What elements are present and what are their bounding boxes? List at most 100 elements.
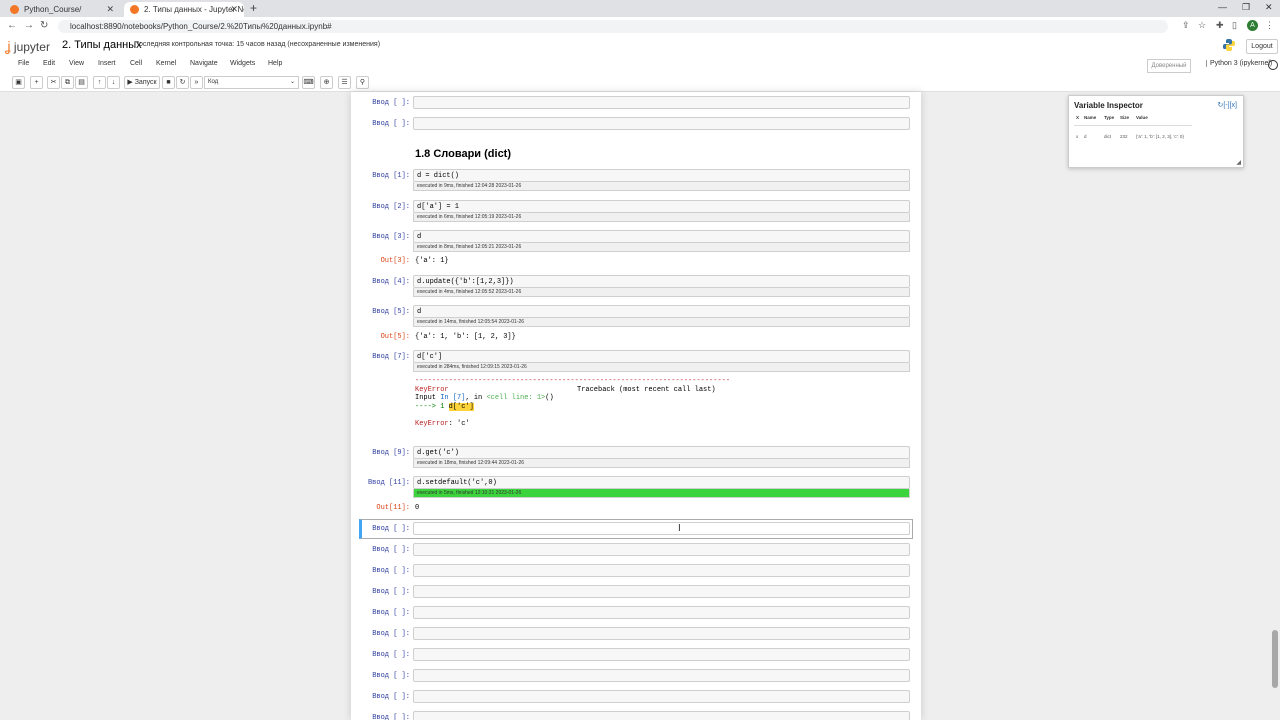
menu-help[interactable]: Help xyxy=(268,60,282,67)
code-cell-input[interactable] xyxy=(413,522,910,535)
close-tab-icon[interactable]: ✕ xyxy=(230,2,238,17)
menu-kernel[interactable]: Kernel xyxy=(156,60,176,67)
code-cell-input[interactable] xyxy=(413,543,910,556)
notebook-title[interactable]: 2. Типы данных xyxy=(62,39,142,51)
text-cursor-icon: I xyxy=(678,523,681,534)
add-cell-icon[interactable]: + xyxy=(30,76,43,89)
variable-inspector-panel[interactable]: Variable Inspector ↻[-][x] X Name Type S… xyxy=(1068,95,1244,168)
share-icon[interactable]: ⇪ xyxy=(1182,20,1190,31)
cell-prompt: Ввод [1]: xyxy=(372,172,410,180)
menu-insert[interactable]: Insert xyxy=(98,60,116,67)
code-cell-input[interactable]: d['c'] xyxy=(413,350,910,363)
variable-name: d xyxy=(1084,134,1087,139)
toc-icon[interactable]: ⊕ xyxy=(320,76,333,89)
stop-icon[interactable]: ■ xyxy=(162,76,175,89)
paste-icon[interactable]: ▤ xyxy=(75,76,88,89)
variable-inspector-icon[interactable]: ⚲ xyxy=(356,76,369,89)
menu-cell[interactable]: Cell xyxy=(130,60,142,67)
code-cell-input[interactable]: d.update({'b':[1,2,3]}) xyxy=(413,275,910,288)
more-menu-icon[interactable]: ⋮ xyxy=(1265,20,1274,31)
move-up-icon[interactable]: ↑ xyxy=(93,76,106,89)
menu-edit[interactable]: Edit xyxy=(43,60,55,67)
code-cell-input[interactable]: d['a'] = 1 xyxy=(413,200,910,213)
code-text: d xyxy=(417,308,422,316)
page-scrollbar-thumb[interactable] xyxy=(1272,630,1278,688)
code-text: d.get('c') xyxy=(417,449,460,457)
column-header: Value xyxy=(1136,115,1148,120)
trusted-badge[interactable]: Доверенный xyxy=(1147,59,1191,73)
copy-icon[interactable]: ⧉ xyxy=(61,76,74,89)
reload-icon[interactable]: ↻ xyxy=(40,20,48,31)
code-cell-input[interactable]: d xyxy=(413,230,910,243)
restart-icon[interactable]: ↻ xyxy=(176,76,189,89)
output-prompt: Out[5]: xyxy=(380,333,410,341)
menu-view[interactable]: View xyxy=(69,60,84,67)
bookmark-star-icon[interactable]: ☆ xyxy=(1198,20,1206,31)
error-name: KeyError xyxy=(415,385,449,394)
code-text: d = dict() xyxy=(417,172,460,180)
sidebar-icon[interactable]: ▯ xyxy=(1232,20,1237,31)
close-tab-icon[interactable]: ✕ xyxy=(106,2,114,17)
code-cell-input[interactable]: d.get('c') xyxy=(413,446,910,459)
code-cell-input[interactable] xyxy=(413,669,910,682)
new-tab-icon[interactable]: + xyxy=(250,1,257,15)
cut-icon[interactable]: ✂ xyxy=(47,76,60,89)
code-cell-input[interactable] xyxy=(413,585,910,598)
jupyter-favicon-icon xyxy=(10,5,19,14)
avatar[interactable]: A xyxy=(1247,20,1258,31)
url-field[interactable]: localhost:8890/notebooks/Python_Course/2… xyxy=(58,20,1168,33)
browser-tab-bar: Python_Course/ ✕ 2. Типы данных - Jupyte… xyxy=(0,0,1280,17)
delete-variable-icon[interactable]: x xyxy=(1076,134,1078,139)
run-button[interactable]: ▶ Запуск xyxy=(124,76,160,89)
keyboard-icon[interactable]: ⌨ xyxy=(302,76,315,89)
code-cell-input[interactable] xyxy=(413,117,910,130)
restart-run-all-icon[interactable]: » xyxy=(190,76,203,89)
tab-label: Python_Course/ xyxy=(24,5,82,14)
code-cell-input[interactable] xyxy=(413,627,910,640)
section-heading[interactable]: 1.8 Словари (dict) xyxy=(415,148,511,160)
forward-icon[interactable]: → xyxy=(24,20,34,31)
code-cell-input[interactable]: d xyxy=(413,305,910,318)
cell-prompt: Ввод [ ]: xyxy=(372,714,410,720)
save-icon[interactable]: ▣ xyxy=(12,76,25,89)
code-cell-input[interactable] xyxy=(413,564,910,577)
url-text: localhost:8890/notebooks/Python_Course/2… xyxy=(70,22,332,31)
extensions-icon[interactable]: ✚ xyxy=(1216,20,1224,31)
cell-type-value: Код xyxy=(208,79,219,85)
menu-navigate[interactable]: Navigate xyxy=(190,60,218,67)
resize-handle-icon[interactable]: ◢ xyxy=(1236,159,1241,166)
variable-inspector-controls[interactable]: ↻[-][x] xyxy=(1218,101,1237,109)
address-bar: ← → ↻ localhost:8890/notebooks/Python_Co… xyxy=(0,17,1280,36)
call-parens: () xyxy=(545,394,554,403)
menu-widgets[interactable]: Widgets xyxy=(230,60,255,67)
browser-tab-python-course[interactable]: Python_Course/ ✕ xyxy=(4,2,120,17)
code-cell-input[interactable]: d = dict() xyxy=(413,169,910,182)
cell-output: 0 xyxy=(415,504,420,512)
list-icon[interactable]: ☰ xyxy=(338,76,351,89)
logout-button[interactable]: Logout xyxy=(1246,39,1278,54)
move-down-icon[interactable]: ↓ xyxy=(107,76,120,89)
menu-file[interactable]: File xyxy=(18,60,29,67)
cell-prompt: Ввод [9]: xyxy=(372,449,410,457)
cell-prompt: Ввод [2]: xyxy=(372,203,410,211)
code-cell-input[interactable] xyxy=(413,606,910,619)
cell-prompt: Ввод [5]: xyxy=(372,308,410,316)
back-icon[interactable]: ← xyxy=(7,20,17,31)
code-cell-input[interactable] xyxy=(413,96,910,109)
output-prompt: Out[11]: xyxy=(376,504,410,512)
minimize-icon[interactable]: — xyxy=(1218,2,1227,12)
traceback-arrow-line: ----> 1 d['c'] xyxy=(415,402,730,412)
code-cell-input[interactable] xyxy=(413,711,910,720)
jupyter-logo[interactable]: ʝ jupyter xyxy=(5,38,50,54)
variable-size: 232 xyxy=(1120,134,1128,139)
close-window-icon[interactable]: ✕ xyxy=(1265,2,1273,13)
cell-output: {'a': 1, 'b': [1, 2, 3]} xyxy=(415,333,516,341)
code-cell-input[interactable] xyxy=(413,648,910,661)
browser-tab-notebook[interactable]: 2. Типы данных - Jupyter Noteb ✕ xyxy=(124,2,244,17)
code-cell-input[interactable] xyxy=(413,690,910,703)
code-text: d['c'] xyxy=(417,353,443,361)
restore-icon[interactable]: ❐ xyxy=(1242,2,1250,13)
cell-type-select[interactable]: Код ⌄ xyxy=(204,76,299,89)
code-cell-input[interactable]: d.setdefault('c',0) xyxy=(413,476,910,489)
